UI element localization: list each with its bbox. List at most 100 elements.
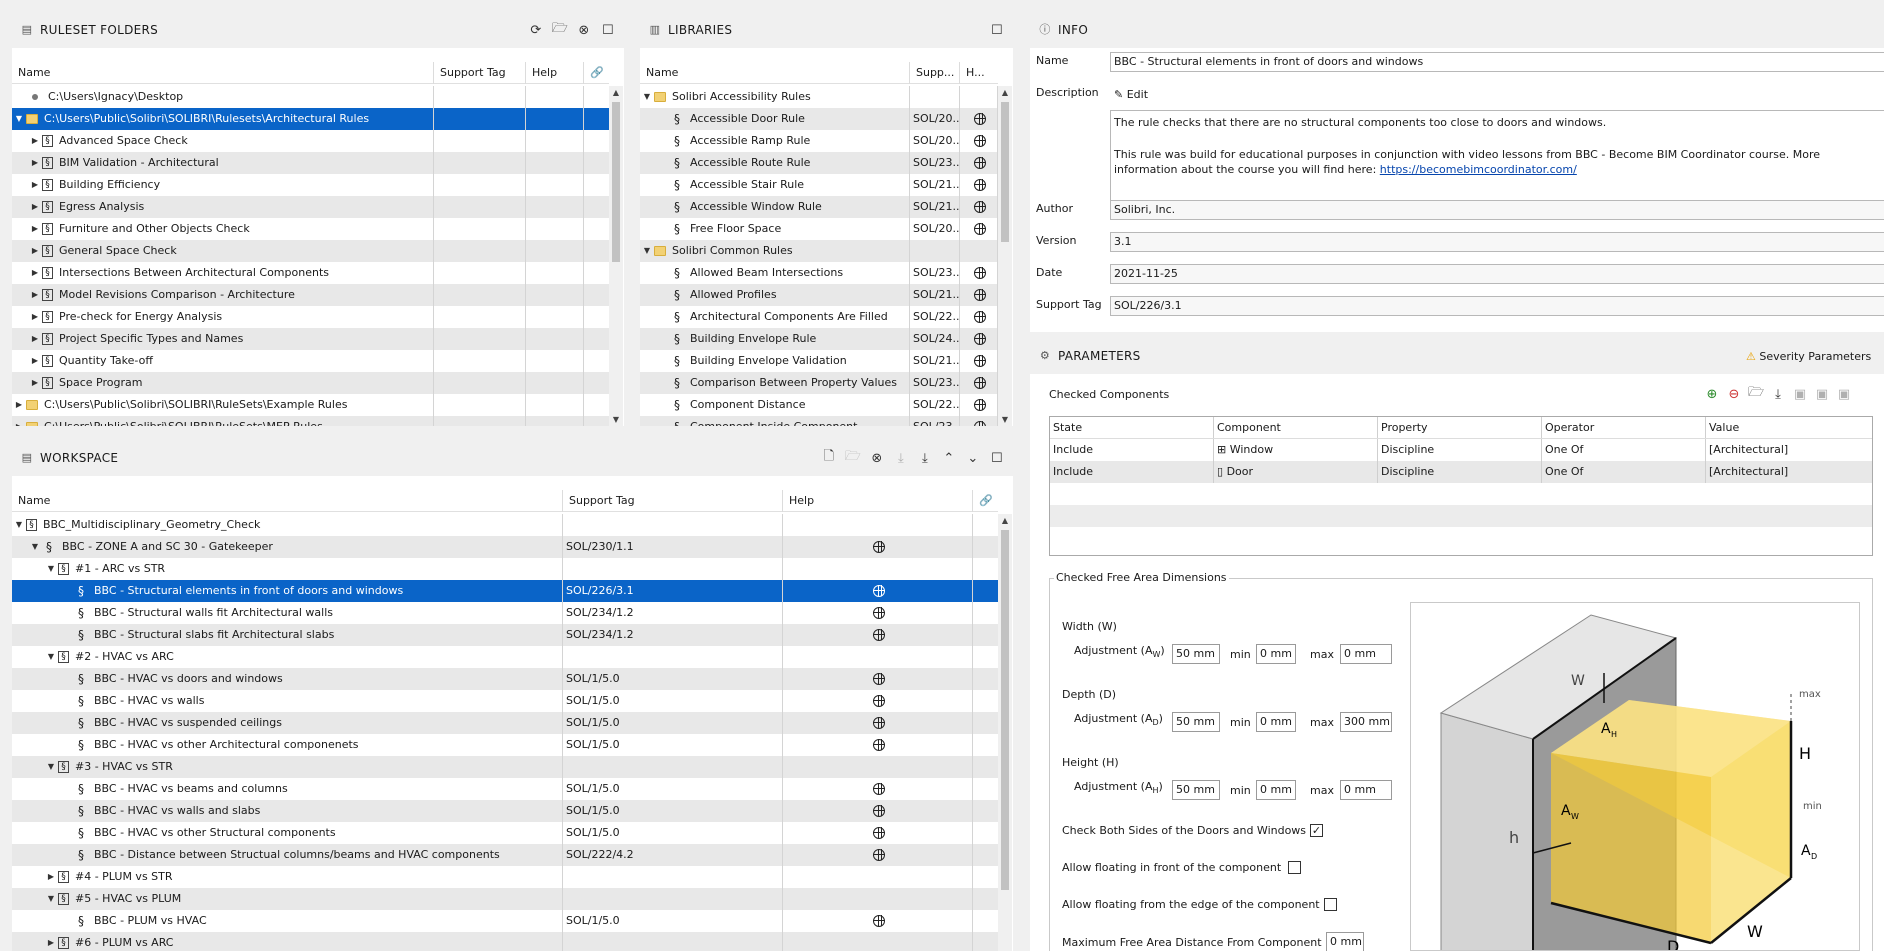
max-distance-input[interactable]: 0 mm	[1326, 932, 1364, 951]
help-globe-icon[interactable]	[974, 289, 986, 301]
collapse-arrow-icon[interactable]: ▼	[12, 514, 26, 536]
floating-edge-checkbox[interactable]	[1324, 898, 1337, 911]
column-support-tag[interactable]: Support Tag	[434, 62, 526, 84]
depth-adjustment-input[interactable]: 50 mm	[1172, 712, 1220, 732]
ruleset-folder-row[interactable]: ▶ § BIM Validation - Architectural	[12, 152, 609, 174]
libraries-scrollbar[interactable]: ▲ ▼	[998, 86, 1012, 426]
column-help[interactable]: Help	[783, 490, 973, 512]
grid-cell-component[interactable]: ⊞ Window	[1214, 439, 1378, 461]
library-row[interactable]: § Accessible Door Rule SOL/20...	[640, 108, 998, 130]
help-globe-icon[interactable]	[873, 805, 885, 817]
workspace-row[interactable]: § BBC - HVAC vs beams and columns SOL/1/5.…	[12, 778, 998, 800]
ruleset-folder-row[interactable]: ▶ § Building Efficiency	[12, 174, 609, 196]
workspace-row[interactable]: § BBC - HVAC vs suspended ceilings SOL/1/5…	[12, 712, 998, 734]
help-globe-icon[interactable]	[873, 585, 885, 597]
name-field[interactable]: BBC - Structural elements in front of do…	[1110, 52, 1884, 72]
ruleset-folder-row[interactable]: ▶ § General Space Check	[12, 240, 609, 262]
help-globe-icon[interactable]	[974, 311, 986, 323]
expand-arrow-icon[interactable]: ▶	[28, 262, 42, 284]
workspace-row[interactable]: ▼ § BBC - ZONE A and SC 30 - Gatekeeper SOL…	[12, 536, 998, 558]
collapse-arrow-icon[interactable]: ▼	[12, 108, 26, 130]
collapse-arrow-icon[interactable]: ▼	[28, 536, 42, 558]
help-globe-icon[interactable]	[873, 629, 885, 641]
ruleset-folder-row[interactable]: C:\Users\Ignacy\Desktop	[12, 86, 609, 108]
expand-arrow-icon[interactable]: ▶	[28, 174, 42, 196]
open-icon[interactable]: 🗁	[845, 449, 861, 466]
height-adjustment-input[interactable]: 50 mm	[1172, 780, 1220, 800]
workspace-row[interactable]: § BBC - HVAC vs walls SOL/1/5.0	[12, 690, 998, 712]
help-globe-icon[interactable]	[873, 849, 885, 861]
maximize-icon[interactable]: ☐	[989, 22, 1005, 38]
expand-arrow-icon[interactable]: ▶	[28, 306, 42, 328]
library-row[interactable]: § Component Distance SOL/22...	[640, 394, 998, 416]
column-support-tag[interactable]: Supp...	[910, 62, 960, 84]
help-globe-icon[interactable]	[873, 541, 885, 553]
help-globe-icon[interactable]	[873, 827, 885, 839]
date-field[interactable]: 2021-11-25	[1110, 264, 1884, 284]
grid-cell-operator[interactable]: One Of	[1542, 461, 1706, 483]
help-globe-icon[interactable]	[974, 223, 986, 235]
help-globe-icon[interactable]	[873, 717, 885, 729]
help-globe-icon[interactable]	[974, 421, 986, 426]
workspace-row[interactable]: ▼ § #1 - ARC vs STR	[12, 558, 998, 580]
link-icon[interactable]: 🔗	[584, 62, 609, 84]
workspace-scrollbar[interactable]: ▲	[998, 514, 1012, 951]
grid-col-operator[interactable]: Operator	[1542, 417, 1706, 438]
copy-icon[interactable]: ▣	[1814, 386, 1830, 402]
library-row[interactable]: § Accessible Ramp Rule SOL/20...	[640, 130, 998, 152]
collapse-arrow-icon[interactable]: ▼	[44, 646, 58, 668]
help-globe-icon[interactable]	[974, 135, 986, 147]
width-max-input[interactable]: 0 mm	[1340, 644, 1392, 664]
expand-arrow-icon[interactable]: ▶	[28, 152, 42, 174]
clipboard-icon[interactable]: ▣	[1792, 386, 1808, 402]
expand-arrow-icon[interactable]: ▶	[28, 328, 42, 350]
height-min-input[interactable]: 0 mm	[1256, 780, 1296, 800]
grid-col-value[interactable]: Value	[1706, 417, 1870, 438]
library-row[interactable]: § Allowed Beam Intersections SOL/23...	[640, 262, 998, 284]
column-help[interactable]: H...	[960, 62, 998, 84]
workspace-row[interactable]: ▶ § #4 - PLUM vs STR	[12, 866, 998, 888]
column-help[interactable]: Help	[526, 62, 584, 84]
expand-arrow-icon[interactable]: ▶	[28, 350, 42, 372]
help-globe-icon[interactable]	[974, 267, 986, 279]
help-globe-icon[interactable]	[974, 377, 986, 389]
ruleset-folder-row[interactable]: ▶ § Pre-check for Energy Analysis	[12, 306, 609, 328]
ruleset-folder-row[interactable]: ▶ § Project Specific Types and Names	[12, 328, 609, 350]
depth-min-input[interactable]: 0 mm	[1256, 712, 1296, 732]
help-globe-icon[interactable]	[873, 673, 885, 685]
expand-arrow-icon[interactable]: ▶	[28, 372, 42, 394]
help-globe-icon[interactable]	[873, 915, 885, 927]
expand-arrow-icon[interactable]: ▶	[44, 866, 58, 888]
grid-cell-property[interactable]: Discipline	[1378, 439, 1542, 461]
depth-max-input[interactable]: 300 mm	[1340, 712, 1392, 732]
help-globe-icon[interactable]	[974, 201, 986, 213]
help-globe-icon[interactable]	[873, 739, 885, 751]
library-row[interactable]: § Building Envelope Validation SOL/21...	[640, 350, 998, 372]
move-down-icon[interactable]: ⌄	[965, 450, 981, 466]
grid-col-state[interactable]: State	[1050, 417, 1214, 438]
expand-arrow-icon[interactable]: ▶	[28, 130, 42, 152]
expand-arrow-icon[interactable]: ▶	[12, 394, 26, 416]
workspace-row[interactable]: § BBC - PLUM vs HVAC SOL/1/5.0	[12, 910, 998, 932]
grid-cell-component[interactable]: ▯ Door	[1214, 461, 1378, 483]
ruleset-folder-row[interactable]: ▶ C:\Users\Public\Solibri\SOLIBRI\RuleSet…	[12, 416, 609, 426]
add-row-icon[interactable]: ⊕	[1704, 386, 1720, 402]
severity-parameters-link[interactable]: ⚠ Severity Parameters	[1746, 350, 1871, 363]
grid-cell-property[interactable]: Discipline	[1378, 461, 1542, 483]
help-globe-icon[interactable]	[974, 355, 986, 367]
grid-row[interactable]: Include ⊞ Window Discipline One Of [Arch…	[1050, 439, 1872, 461]
collapse-arrow-icon[interactable]: ▼	[640, 240, 654, 262]
ruleset-folder-row[interactable]: ▶ § Advanced Space Check	[12, 130, 609, 152]
paste-icon[interactable]: ▣	[1836, 386, 1852, 402]
library-row[interactable]: § Accessible Route Rule SOL/23...	[640, 152, 998, 174]
help-globe-icon[interactable]	[974, 179, 986, 191]
width-min-input[interactable]: 0 mm	[1256, 644, 1296, 664]
ruleset-folder-row[interactable]: ▶ § Quantity Take-off	[12, 350, 609, 372]
ruleset-folder-row[interactable]: ▶ § Furniture and Other Objects Check	[12, 218, 609, 240]
expand-arrow-icon[interactable]: ▶	[44, 932, 58, 951]
library-row[interactable]: ▼ Solibri Accessibility Rules	[640, 86, 998, 108]
open-folder-icon[interactable]: 🗁	[552, 21, 568, 38]
library-row[interactable]: § Building Envelope Rule SOL/24...	[640, 328, 998, 350]
ruleset-folder-row[interactable]: ▶ C:\Users\Public\Solibri\SOLIBRI\RuleSet…	[12, 394, 609, 416]
workspace-row[interactable]: § BBC - Structural elements in front of d…	[12, 580, 998, 602]
